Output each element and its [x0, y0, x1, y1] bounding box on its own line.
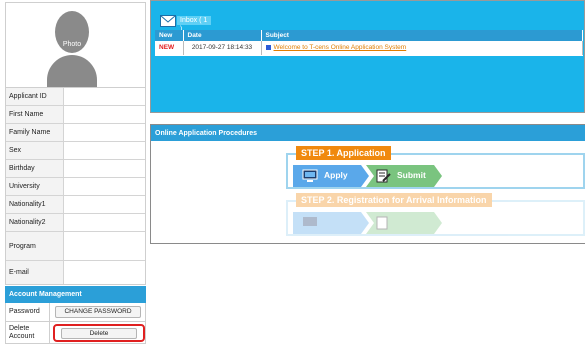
info-label: Nationality2 — [6, 214, 64, 231]
procedures-header: Online Application Procedures — [151, 125, 585, 141]
message-subject-cell: Welcome to T-cens Online Application Sys… — [261, 41, 583, 56]
step1-label: STEP 1. Application — [296, 146, 391, 160]
delete-button[interactable]: Delete — [61, 328, 137, 339]
info-row-university: University — [6, 178, 145, 196]
password-row: Password CHANGE PASSWORD — [5, 303, 146, 322]
info-value — [64, 232, 145, 260]
info-label: Family Name — [6, 124, 64, 141]
info-value — [64, 214, 145, 231]
column-header-new: New — [155, 30, 184, 41]
document-pen-icon — [376, 216, 388, 230]
password-label: Password — [6, 303, 50, 321]
account-management-header: Account Management — [5, 286, 146, 303]
info-row-nationality2: Nationality2 — [6, 214, 145, 232]
delete-account-row: Delete Account Delete — [5, 322, 146, 344]
info-label: Program — [6, 232, 64, 260]
info-label: Nationality1 — [6, 196, 64, 213]
monitor-icon — [303, 217, 317, 226]
step2-second-arrow — [366, 212, 442, 234]
inbox-header-row: New Date Subject — [155, 30, 583, 41]
bullet-icon — [265, 45, 271, 51]
table-row-empty — [155, 55, 583, 107]
table-row[interactable]: NEW 2017-09-27 18:14:33 Welcome to T-cen… — [155, 41, 583, 56]
step2-label: STEP 2. Registration for Arrival Informa… — [296, 193, 492, 207]
info-label: Sex — [6, 142, 64, 159]
column-header-subject: Subject — [261, 30, 583, 41]
apply-step[interactable]: Apply — [293, 165, 369, 187]
message-subject-link[interactable]: Welcome to T-cens Online Application Sys… — [274, 44, 407, 51]
inbox-panel: Inbox ( 1 ) New Date Subject NEW 2017-09… — [150, 0, 585, 113]
info-label: Applicant ID — [6, 88, 64, 105]
profile-panel: Photo Applicant ID First Name Family Nam… — [5, 2, 146, 285]
inbox-tab[interactable]: Inbox ( 1 ) — [157, 13, 211, 33]
photo-label: Photo — [62, 41, 82, 48]
info-row-nationality1: Nationality1 — [6, 196, 145, 214]
info-value — [64, 160, 145, 177]
monitor-icon — [302, 169, 318, 182]
apply-label: Apply — [324, 170, 348, 180]
step2-first-arrow — [293, 212, 369, 234]
message-date: 2017-09-27 18:14:33 — [183, 41, 262, 56]
info-label: First Name — [6, 106, 64, 123]
submit-step[interactable]: Submit — [366, 165, 442, 187]
info-row-first-name: First Name — [6, 106, 145, 124]
empty-space — [155, 55, 583, 107]
inbox-label[interactable]: Inbox ( 1 ) — [177, 16, 211, 33]
info-row-email: E-mail — [6, 261, 145, 284]
info-value — [64, 88, 145, 105]
info-label: University — [6, 178, 64, 195]
avatar: Photo — [47, 11, 97, 87]
new-badge: NEW — [155, 41, 184, 56]
info-value — [64, 106, 145, 123]
info-row-birthday: Birthday — [6, 160, 145, 178]
info-row-family-name: Family Name — [6, 124, 145, 142]
info-row-applicant-id: Applicant ID — [6, 88, 145, 106]
step1-box: STEP 1. Application Apply Submit — [286, 146, 585, 189]
mail-icon — [160, 15, 176, 27]
info-label: E-mail — [6, 261, 64, 284]
inbox-table: New Date Subject NEW 2017-09-27 18:14:33… — [155, 30, 583, 107]
delete-highlight-box: Delete — [53, 324, 145, 342]
step2-box: STEP 2. Registration for Arrival Informa… — [286, 193, 585, 236]
info-value — [64, 196, 145, 213]
delete-account-label: Delete Account — [6, 322, 50, 343]
column-header-date: Date — [183, 30, 262, 41]
info-row-sex: Sex — [6, 142, 145, 160]
change-password-button[interactable]: CHANGE PASSWORD — [55, 306, 141, 318]
submit-label: Submit — [397, 170, 426, 180]
photo-area: Photo — [6, 3, 145, 88]
avatar-body — [47, 55, 97, 87]
info-value — [64, 178, 145, 195]
info-row-program: Program — [6, 232, 145, 261]
procedures-panel: Online Application Procedures STEP 1. Ap… — [150, 124, 585, 244]
document-pen-icon — [376, 169, 391, 183]
info-value — [64, 142, 145, 159]
info-value — [64, 261, 145, 284]
info-label: Birthday — [6, 160, 64, 177]
info-value — [64, 124, 145, 141]
